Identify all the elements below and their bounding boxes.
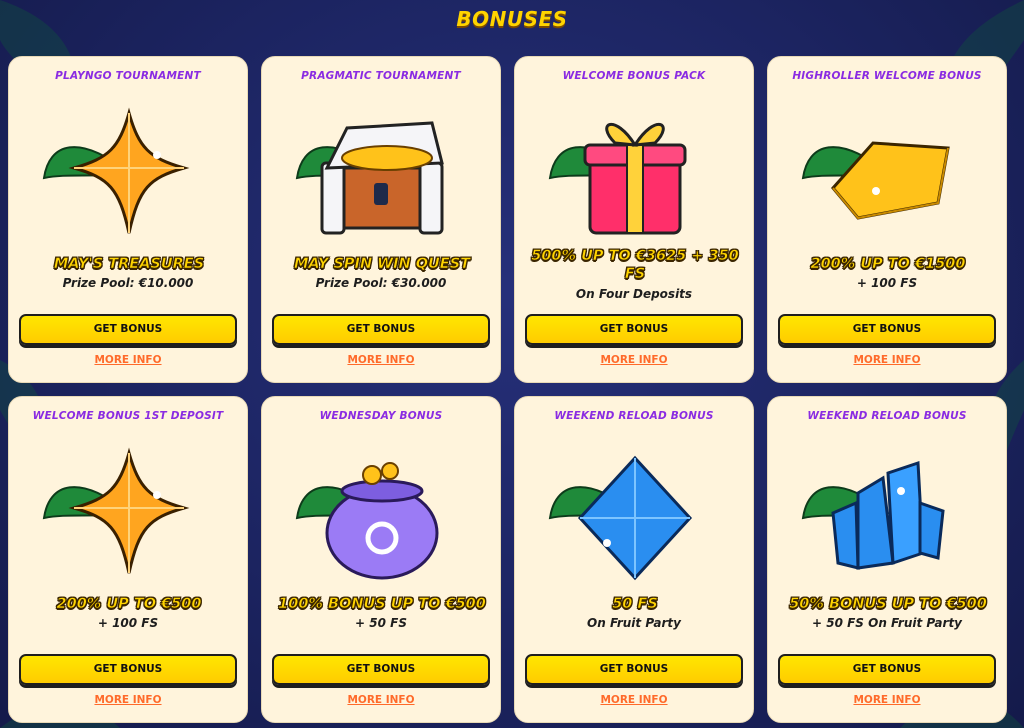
- get-bonus-button[interactable]: GET BONUS: [272, 654, 490, 685]
- bonus-card: WEDNESDAY BONUS 100% BONUS UP TO €500 + 5…: [261, 396, 501, 723]
- get-bonus-button[interactable]: GET BONUS: [272, 314, 490, 345]
- blue-crystals-icon: [798, 433, 978, 593]
- bonus-card-title: HIGHROLLER WELCOME BONUS: [792, 70, 982, 82]
- get-bonus-button[interactable]: GET BONUS: [525, 314, 743, 345]
- bonus-subtitle: + 100 FS: [97, 616, 159, 630]
- bonus-card: PRAGMATIC TOURNAMENT MAY SPIN WIN QUEST P…: [261, 56, 501, 383]
- get-bonus-button[interactable]: GET BONUS: [778, 314, 996, 345]
- get-bonus-button[interactable]: GET BONUS: [19, 314, 237, 345]
- bonus-card-title: WELCOME BONUS 1ST DEPOSIT: [32, 410, 224, 422]
- page-title: BONUSES: [456, 7, 568, 31]
- blue-diamond-icon: [545, 433, 725, 593]
- bonus-card: PLAYNGO TOURNAMENT MAY'S TREASURES Prize …: [8, 56, 248, 383]
- bonus-card-title: PLAYNGO TOURNAMENT: [55, 70, 201, 82]
- bonus-card-title: WEDNESDAY BONUS: [319, 410, 443, 422]
- bonus-card-title: WEEKEND RELOAD BONUS: [554, 410, 714, 422]
- more-info-link[interactable]: MORE INFO: [768, 694, 1006, 706]
- get-bonus-button[interactable]: GET BONUS: [778, 654, 996, 685]
- bonus-subtitle: On Four Deposits: [575, 287, 693, 301]
- orange-star-gem-icon: [39, 433, 219, 593]
- bonus-headline: 200% UP TO €1500: [810, 256, 966, 273]
- bonus-subtitle: + 50 FS: [355, 616, 407, 630]
- more-info-link[interactable]: MORE INFO: [262, 354, 500, 366]
- more-info-link[interactable]: MORE INFO: [262, 694, 500, 706]
- gift-box-icon: [545, 93, 725, 253]
- bonus-headline: 50 FS: [612, 596, 658, 613]
- more-info-link[interactable]: MORE INFO: [9, 354, 247, 366]
- more-info-link[interactable]: MORE INFO: [515, 354, 753, 366]
- bonus-headline: MAY SPIN WIN QUEST: [293, 256, 471, 273]
- bonus-card-title: PRAGMATIC TOURNAMENT: [301, 70, 461, 82]
- gold-bar-icon: [798, 93, 978, 253]
- bonus-headline: 500% UP TO €3625 + 350 FS: [531, 248, 739, 283]
- more-info-link[interactable]: MORE INFO: [9, 694, 247, 706]
- bonus-headline: 100% BONUS UP TO €500: [278, 596, 486, 613]
- bonus-headline: 200% UP TO €500: [56, 596, 202, 613]
- bonus-card: WEEKEND RELOAD BONUS 50% BONUS UP TO €50…: [767, 396, 1007, 723]
- more-info-link[interactable]: MORE INFO: [515, 694, 753, 706]
- bonus-headline: 50% BONUS UP TO €500: [789, 596, 987, 613]
- bonus-subtitle: Prize Pool: €30.000: [315, 276, 447, 290]
- bonus-card: HIGHROLLER WELCOME BONUS 200% UP TO €150…: [767, 56, 1007, 383]
- treasure-chest-icon: [292, 93, 472, 253]
- bonus-subtitle: + 100 FS: [856, 276, 918, 290]
- bonus-subtitle: On Fruit Party: [587, 616, 681, 630]
- more-info-link[interactable]: MORE INFO: [768, 354, 1006, 366]
- bonus-card-title: WEEKEND RELOAD BONUS: [807, 410, 967, 422]
- bonus-card: WEEKEND RELOAD BONUS 50 FS On Fruit Party…: [514, 396, 754, 723]
- get-bonus-button[interactable]: GET BONUS: [525, 654, 743, 685]
- bonus-card: WELCOME BONUS 1ST DEPOSIT 200% UP TO €50…: [8, 396, 248, 723]
- bonus-subtitle: Prize Pool: €10.000: [62, 276, 194, 290]
- bonus-card-title: WELCOME BONUS PACK: [562, 70, 706, 82]
- purple-pot-icon: [292, 433, 472, 593]
- orange-star-gem-icon: [39, 93, 219, 253]
- bonus-subtitle: + 50 FS On Fruit Party: [811, 616, 963, 630]
- bonus-headline: MAY'S TREASURES: [53, 256, 205, 273]
- get-bonus-button[interactable]: GET BONUS: [19, 654, 237, 685]
- bonus-card: WELCOME BONUS PACK 500% UP TO €3625 + 35…: [514, 56, 754, 383]
